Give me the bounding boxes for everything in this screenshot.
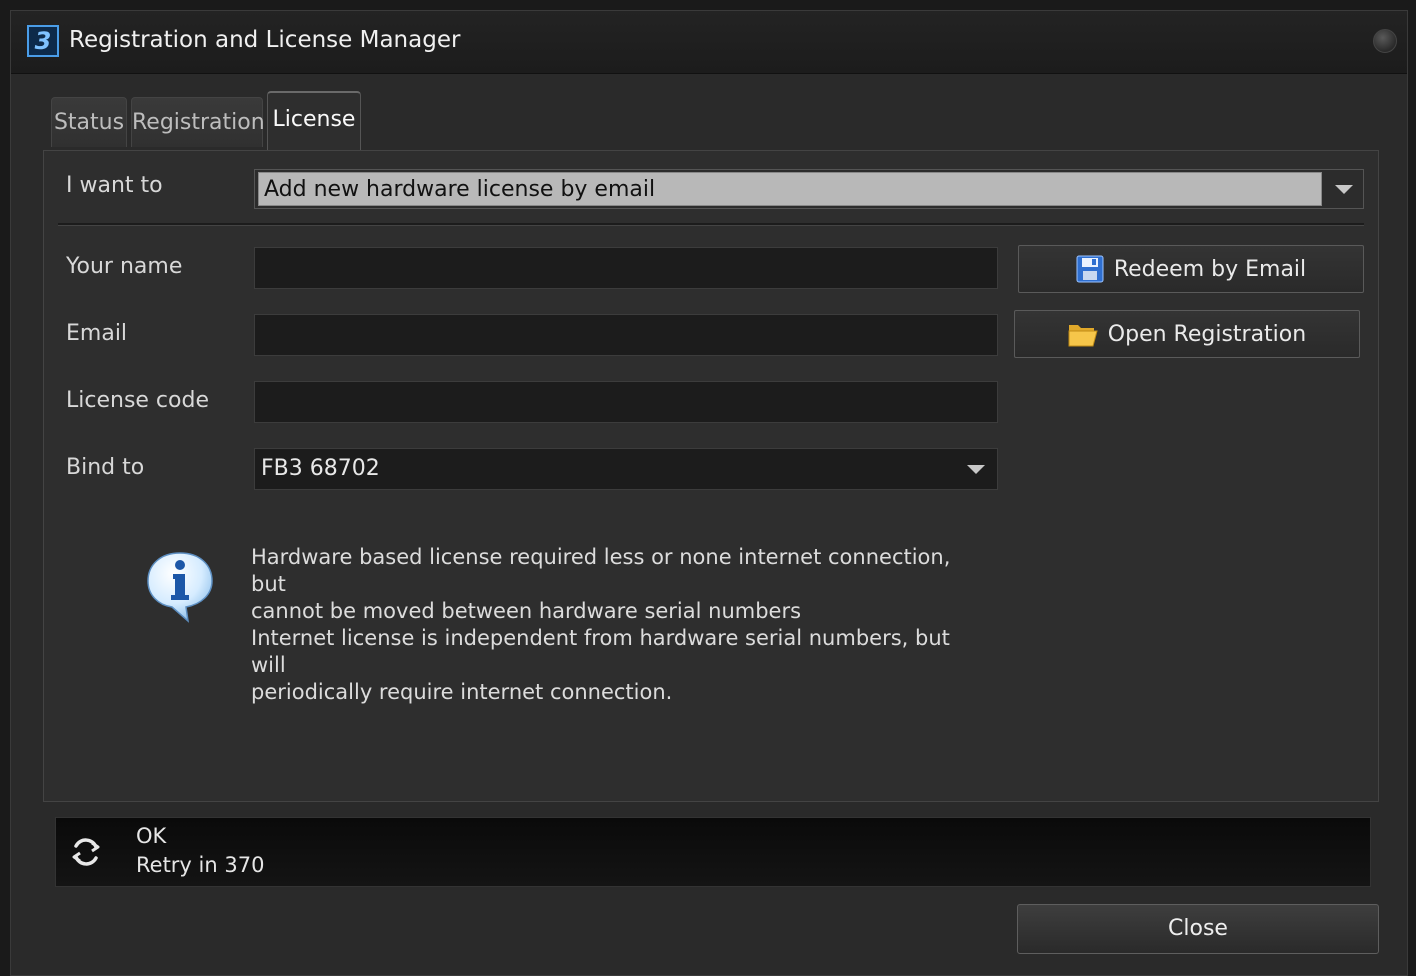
email-field[interactable] (254, 314, 998, 356)
i-want-to-value: Add new hardware license by email (258, 172, 1322, 206)
i-want-to-label: I want to (66, 173, 163, 198)
open-registration-label: Open Registration (1107, 321, 1307, 347)
license-code-field[interactable] (254, 381, 998, 423)
license-panel: I want to Add new hardware license by em… (43, 150, 1379, 802)
info-line: cannot be moved between hardware serial … (251, 599, 802, 623)
info-line: Hardware based license required less or … (251, 545, 951, 596)
app-logo-icon: 3 (27, 25, 59, 57)
chevron-down-icon[interactable] (967, 465, 985, 474)
redeem-by-email-button[interactable]: Redeem by Email (1018, 245, 1364, 293)
your-name-field[interactable] (254, 247, 998, 289)
license-code-label: License code (66, 388, 209, 413)
close-button[interactable]: Close (1017, 904, 1379, 954)
i-want-to-select[interactable]: Add new hardware license by email (254, 169, 1364, 209)
title-bar[interactable]: 3 Registration and License Manager (11, 11, 1407, 74)
bind-to-select[interactable]: FB3 68702 (254, 448, 998, 490)
separator (58, 223, 1364, 226)
window-title: Registration and License Manager (69, 27, 461, 53)
retry-countdown: Retry in 370 (136, 853, 265, 877)
window-control-orb-icon[interactable] (1373, 29, 1397, 53)
bind-to-value: FB3 68702 (261, 456, 380, 481)
open-registration-button[interactable]: Open Registration (1014, 310, 1360, 358)
tab-registration[interactable]: Registration (131, 97, 265, 147)
refresh-icon[interactable] (68, 834, 104, 870)
status-bar: OK Retry in 370 (55, 817, 1371, 887)
status-text: OK (136, 824, 167, 848)
your-name-label: Your name (66, 254, 183, 279)
chevron-down-icon[interactable] (1335, 185, 1353, 194)
info-line: Internet license is independent from har… (251, 626, 950, 677)
tab-status[interactable]: Status (51, 97, 127, 147)
info-bubble-icon (147, 552, 213, 623)
bind-to-label: Bind to (66, 455, 145, 480)
folder-open-icon (1068, 325, 1098, 347)
tab-license[interactable]: License (267, 91, 361, 151)
info-line: periodically require internet connection… (251, 680, 673, 704)
redeem-button-label: Redeem by Email (1113, 256, 1307, 282)
email-label: Email (66, 321, 128, 346)
dialog-window: 3 Registration and License Manager Statu… (10, 10, 1408, 976)
floppy-disk-icon (1076, 255, 1104, 283)
info-message: Hardware based license required less or … (251, 544, 991, 706)
